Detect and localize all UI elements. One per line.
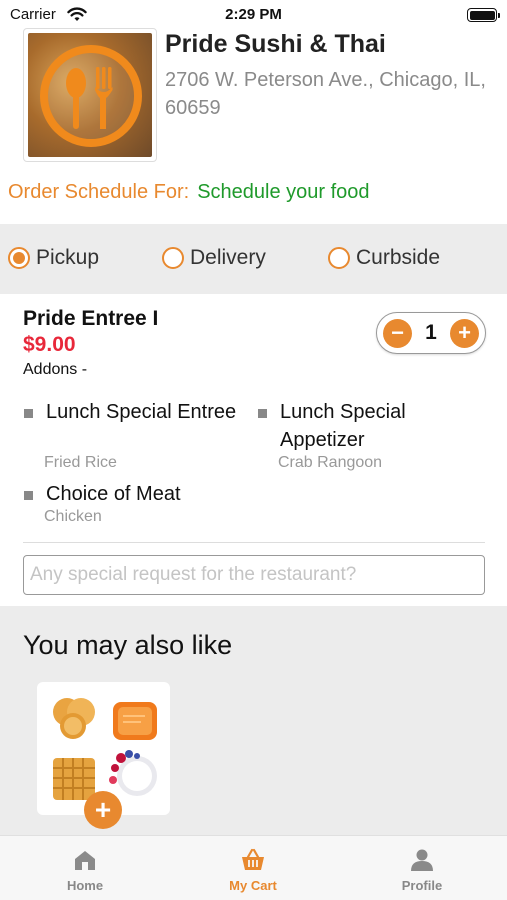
addon-item: Lunch Special Appetizer Crab Rangoon — [258, 398, 488, 478]
addon-choice: Fried Rice — [44, 454, 117, 471]
restaurant-address: 2706 W. Peterson Ave., Chicago, IL, 6065… — [165, 69, 486, 119]
person-icon — [411, 849, 433, 871]
radio-unselected-icon[interactable] — [328, 247, 350, 269]
decrease-quantity-button[interactable]: − — [383, 318, 412, 348]
tab-profile[interactable]: Profile — [362, 848, 482, 893]
quantity-stepper: − 1 + — [376, 312, 486, 354]
tab-home[interactable]: Home — [25, 848, 145, 893]
clock: 2:29 PM — [225, 6, 282, 23]
tab-profile-label: Profile — [401, 878, 443, 893]
breakfast-food-icon — [53, 698, 157, 800]
delivery-option[interactable]: Delivery — [162, 246, 266, 270]
battery-icon — [467, 8, 500, 22]
radio-unselected-icon[interactable] — [162, 247, 184, 269]
special-request-input[interactable] — [23, 555, 485, 595]
addon-item: Lunch Special Entree Fried Rice — [24, 398, 244, 478]
addon-title: Choice of Meat — [46, 483, 181, 505]
basket-icon — [242, 848, 264, 870]
radio-selected-icon[interactable] — [8, 247, 30, 269]
restaurant-logo — [23, 28, 157, 162]
tab-bar: Home My Cart Profile — [0, 835, 507, 900]
order-type-selector: Pickup Delivery Curbside — [0, 224, 507, 294]
cart-item-name: Pride Entree I — [23, 307, 159, 330]
tab-my-cart[interactable]: My Cart — [193, 848, 313, 893]
restaurant-name: Pride Sushi & Thai — [165, 30, 386, 58]
tab-home-label: Home — [66, 878, 104, 893]
order-schedule-label: Order Schedule For: — [8, 181, 190, 203]
quantity-value: 1 — [425, 321, 437, 344]
recommendations-section: You may also like + — [0, 606, 507, 836]
bullet-icon — [258, 409, 267, 418]
tab-my-cart-label: My Cart — [229, 878, 277, 893]
addon-choice: Crab Rangoon — [278, 454, 383, 471]
schedule-food-link[interactable]: Schedule your food — [197, 181, 369, 203]
pickup-option[interactable]: Pickup — [8, 246, 99, 270]
curbside-option[interactable]: Curbside — [328, 246, 440, 270]
bullet-icon — [24, 409, 33, 418]
addon-title: Lunch Special Appetizer — [280, 401, 406, 451]
cart-item-price: $9.00 — [23, 333, 76, 356]
status-bar: Carrier 2:29 PM — [0, 0, 507, 30]
addon-title: Lunch Special Entree — [46, 401, 237, 423]
home-icon — [75, 851, 95, 870]
addon-item: Choice of Meat Chicken — [24, 480, 244, 530]
increase-quantity-button[interactable]: + — [450, 318, 479, 348]
curbside-label: Curbside — [356, 246, 441, 269]
pickup-label: Pickup — [36, 246, 100, 269]
add-to-cart-button[interactable]: + — [84, 791, 122, 829]
divider — [23, 542, 485, 543]
addon-choice: Chicken — [44, 508, 102, 525]
order-schedule-row: Order Schedule For: Schedule your food — [8, 181, 370, 204]
fork-spoon-icon — [40, 45, 142, 147]
delivery-label: Delivery — [190, 246, 266, 269]
bullet-icon — [24, 491, 33, 500]
addons-label: Addons - — [23, 361, 88, 378]
recommendations-title: You may also like — [23, 630, 233, 660]
